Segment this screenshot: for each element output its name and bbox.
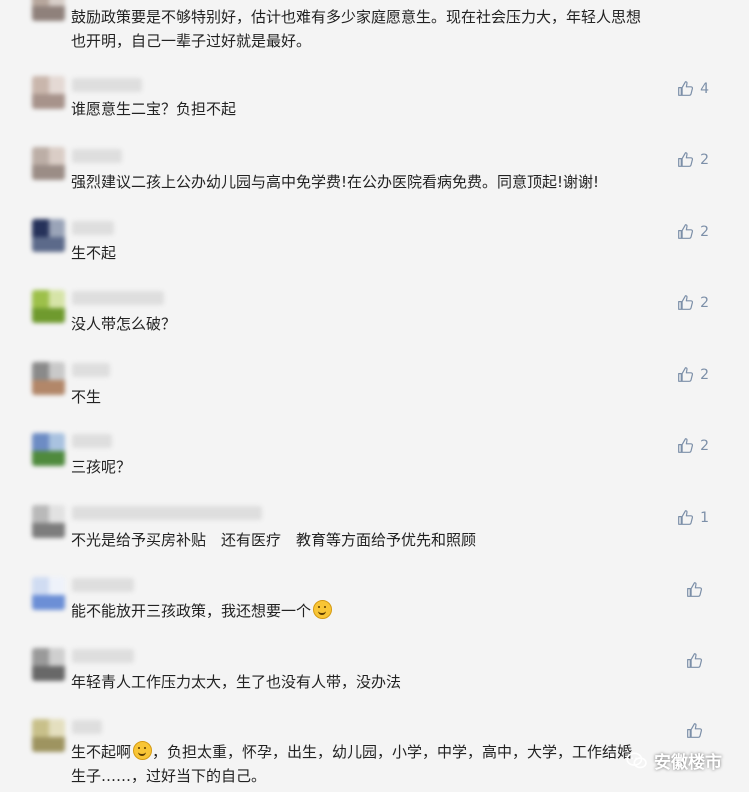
like-button[interactable]: 2 (677, 151, 709, 168)
avatar[interactable] (32, 290, 65, 323)
thinking-emoji-icon (313, 600, 333, 619)
comment-text: 三孩呢？ (71, 458, 132, 476)
comment-text-start: 生不起啊 (71, 743, 132, 761)
avatar[interactable] (32, 505, 65, 538)
nickname (72, 149, 122, 163)
comment-text: 能不能放开三孩政策，我还想要一个 (71, 599, 333, 623)
thumbs-up-icon (687, 653, 703, 668)
comment-list: 鼓励政策要是不够特别好，估计也难有多少家庭愿意生。现在社会压力大，年轻人思想 也… (0, 0, 749, 792)
like-button[interactable]: 2 (677, 223, 709, 240)
nickname (72, 78, 142, 92)
avatar[interactable] (32, 719, 65, 752)
comment-text: 生不起啊 ，负担太重，怀孕，出生，幼儿园，小学，中学，高中，大学，工作结婚 (71, 740, 632, 764)
avatar[interactable] (32, 362, 65, 395)
watermark-text: 安徽楼市 (654, 753, 722, 773)
comment-text: 生不起 (71, 244, 117, 262)
nickname (72, 720, 102, 734)
nickname (72, 291, 164, 305)
like-count: 2 (700, 151, 709, 168)
avatar[interactable] (32, 147, 65, 180)
thumbs-up-icon (678, 224, 694, 239)
like-button[interactable]: 2 (677, 366, 709, 383)
avatar[interactable] (32, 433, 65, 466)
watermark: 安徽楼市 (626, 748, 722, 773)
avatar[interactable] (32, 76, 65, 109)
like-button[interactable]: 4 (677, 80, 709, 97)
like-count: 2 (700, 366, 709, 383)
thumbs-up-icon (678, 295, 694, 310)
comment-text-content: 能不能放开三孩政策，我还想要一个 (71, 602, 312, 620)
comment-text: 不光是给予买房补贴 还有医疗 教育等方面给予优先和照顾 (71, 531, 477, 549)
comment-text: 谁愿意生二宝？负担不起 (71, 100, 237, 118)
comment-text: 年轻青人工作压力太大，生了也没有人带，没办法 (71, 673, 402, 691)
wechat-icon (626, 752, 647, 768)
like-count: 2 (700, 294, 709, 311)
avatar[interactable] (32, 219, 65, 252)
avatar[interactable] (32, 648, 65, 681)
like-count: 4 (700, 80, 709, 97)
avatar[interactable] (32, 577, 65, 610)
like-button[interactable] (686, 581, 709, 598)
nickname (72, 506, 262, 520)
thumbs-up-icon (678, 152, 694, 167)
thumbs-up-icon (678, 510, 694, 525)
thumbs-up-icon (678, 367, 694, 382)
comment-text-line2: 也开明，自己一辈子过好就是最好。 (71, 32, 312, 50)
comment-text: 不生 (71, 388, 102, 406)
comment-text: 强烈建议二孩上公办幼儿园与高中免学费!在公办医院看病免费。同意顶起!谢谢! (71, 173, 600, 191)
comment-text-line2: 生子……，过好当下的自己。 (71, 767, 267, 785)
thumbs-up-icon (678, 438, 694, 453)
comment-text: 鼓励政策要是不够特别好，估计也难有多少家庭愿意生。现在社会压力大，年轻人思想 (71, 8, 642, 26)
like-button[interactable]: 2 (677, 437, 709, 454)
nickname (72, 434, 112, 448)
like-button[interactable] (686, 722, 709, 739)
comment-text-cont: ，负担太重，怀孕，出生，幼儿园，小学，中学，高中，大学，工作结婚 (152, 743, 633, 761)
like-button[interactable] (686, 652, 709, 669)
smile-emoji-icon (133, 741, 153, 760)
like-button[interactable]: 2 (677, 294, 709, 311)
like-count: 2 (700, 223, 709, 240)
thumbs-up-icon (678, 81, 694, 96)
thumbs-up-icon (687, 723, 703, 738)
nickname (72, 363, 110, 377)
like-count: 1 (700, 509, 709, 526)
nickname (72, 221, 114, 235)
like-count: 2 (700, 437, 709, 454)
like-button[interactable]: 1 (677, 509, 709, 526)
comment-text: 没人带怎么破？ (71, 315, 177, 333)
thumbs-up-icon (687, 582, 703, 597)
nickname (72, 578, 134, 592)
nickname (72, 649, 134, 663)
avatar[interactable] (32, 0, 65, 21)
